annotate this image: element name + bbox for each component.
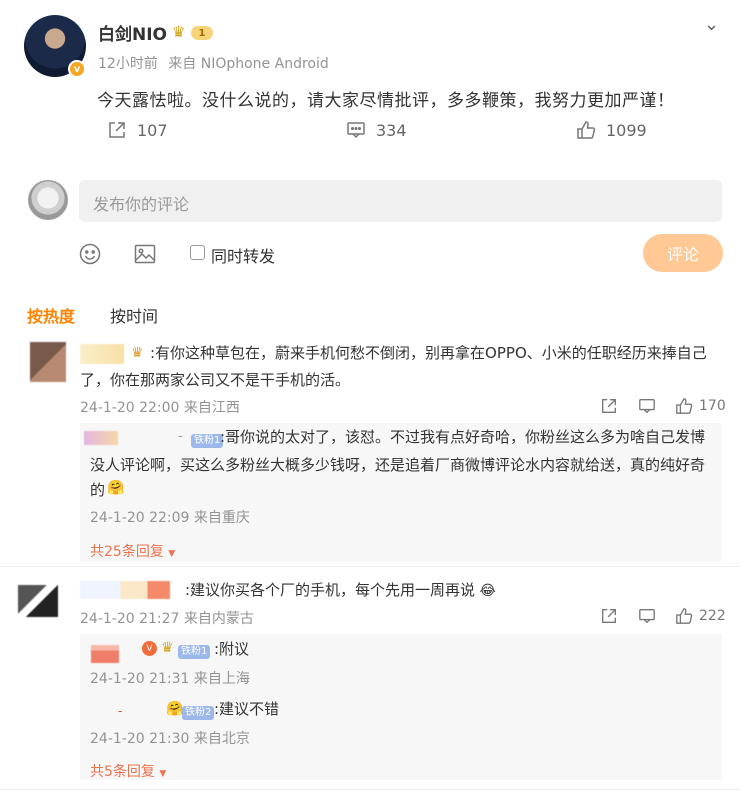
my-avatar[interactable] [28, 180, 68, 220]
caret-down-icon: ▼ [168, 549, 176, 559]
thumbs-up-icon [676, 398, 693, 414]
commenter-avatar[interactable] [18, 585, 58, 617]
level-badge: 1 [191, 26, 213, 40]
repost-icon [109, 122, 125, 138]
more-replies-label: 共25条回复 [90, 544, 164, 560]
reply-text: :附议 [214, 640, 250, 658]
comment-text: :有你这种草包在，蔚来手机何愁不倒闭，别再拿在OPPO、小米的任职经历来捧自己 [150, 344, 707, 362]
image-icon[interactable] [133, 242, 157, 266]
repost-checkbox[interactable] [190, 245, 205, 260]
name-separator: - [178, 429, 183, 444]
comment-input[interactable]: 发布你的评论 [79, 180, 722, 222]
comment-reply-button[interactable] [638, 607, 656, 625]
comment-like-count: 170 [699, 398, 726, 414]
comment-count: 334 [376, 120, 407, 140]
more-replies-link[interactable]: 共25条回复 ▼ [90, 541, 175, 561]
repost-button[interactable]: 107 [107, 120, 168, 140]
like-count: 1099 [606, 120, 647, 140]
author-name[interactable]: 白剑NIO [98, 20, 167, 45]
comment-repost-button[interactable] [600, 607, 618, 625]
comment-button[interactable]: 334 [346, 120, 407, 140]
emoji-icon: 🤗 [107, 480, 125, 496]
reply-meta: 24-1-20 21:30 来自北京 [90, 731, 250, 747]
emoji-icon[interactable] [78, 242, 102, 266]
tab-sort-hot[interactable]: 按热度 [27, 303, 75, 327]
comment-meta: 24-1-20 22:00 来自江西 [80, 400, 240, 416]
commenter-name[interactable] [80, 581, 170, 599]
tab-sort-time[interactable]: 按时间 [110, 303, 158, 327]
replier-name[interactable] [91, 645, 119, 663]
thumbs-up-icon [676, 608, 693, 624]
like-button[interactable]: 1099 [576, 120, 647, 140]
reply-meta: 24-1-20 22:09 来自重庆 [90, 510, 250, 526]
verified-badge-icon: v [68, 60, 86, 78]
repost-icon [602, 609, 616, 623]
comment-text-cont: 了，你在那两家公司又不是干手机的活。 [80, 371, 351, 389]
more-replies-label: 共5条回复 [90, 764, 155, 780]
reply-text: :建议不错 [214, 700, 280, 718]
verified-badge-icon: V [142, 641, 157, 656]
fan-badge: 铁粉1 [178, 642, 211, 660]
more-replies-link[interactable]: 共5条回复 ▼ [90, 761, 166, 781]
replier-name[interactable]: - [118, 704, 122, 718]
reply-meta: 24-1-20 21:31 来自上海 [90, 671, 250, 687]
crown-icon: ♛ [131, 345, 144, 361]
comment-like-button[interactable]: 222 [675, 607, 726, 625]
comment-reply-button[interactable] [638, 397, 656, 415]
comment-icon [347, 122, 365, 139]
laughing-emoji-icon: 😂 [475, 583, 496, 599]
comment-icon [639, 609, 655, 624]
comment-repost-button[interactable] [600, 397, 618, 415]
comment-meta: 24-1-20 21:27 来自内蒙古 [80, 611, 254, 627]
divider [0, 789, 740, 790]
comment-like-button[interactable]: 170 [675, 397, 726, 415]
fan-emoji-icon: 🤗 [166, 701, 184, 717]
reply-text-cont2: 的 [90, 481, 106, 499]
comment-icon [639, 399, 655, 414]
comment-like-count: 222 [699, 608, 726, 624]
replier-name[interactable] [84, 431, 118, 445]
divider [0, 566, 740, 567]
commenter-name[interactable] [80, 344, 124, 364]
commenter-avatar[interactable] [30, 342, 66, 382]
repost-count: 107 [137, 120, 168, 140]
thumbs-up-icon [577, 121, 596, 139]
repost-checkbox-label[interactable]: 同时转发 [211, 243, 275, 267]
fan-badge: 铁粉2 [182, 703, 215, 721]
caret-down-icon: ▼ [159, 769, 167, 779]
post-content: 今天露怯啦。没什么说的，请大家尽情批评，多多鞭策，我努力更加严谨！ [97, 91, 675, 111]
crown-icon: ♛ [161, 640, 174, 656]
reply-text-cont: 没人评论啊，买这么多粉丝大概多少钱呀，还是追着厂商微博评论水内容就给送，真的纯好… [90, 456, 706, 474]
chevron-down-icon[interactable]: ⌄ [704, 14, 719, 35]
submit-comment-button[interactable]: 评论 [643, 234, 723, 272]
post-source[interactable]: 来自 NIOphone Android [168, 56, 328, 72]
comment-text: :建议你买各个厂的手机，每个先用一周再说 😂 [185, 581, 496, 599]
repost-icon [602, 399, 616, 413]
crown-icon: ♛ [172, 23, 186, 41]
post-time: 12小时前 [98, 56, 158, 72]
fan-badge: 铁粉1 [191, 431, 224, 449]
post-meta: 12小时前 来自 NIOphone Android [98, 53, 329, 73]
reply-text: :哥你说的太对了，该怼。不过我有点好奇哈，你粉丝这么多为啥自己发博 [220, 428, 706, 446]
